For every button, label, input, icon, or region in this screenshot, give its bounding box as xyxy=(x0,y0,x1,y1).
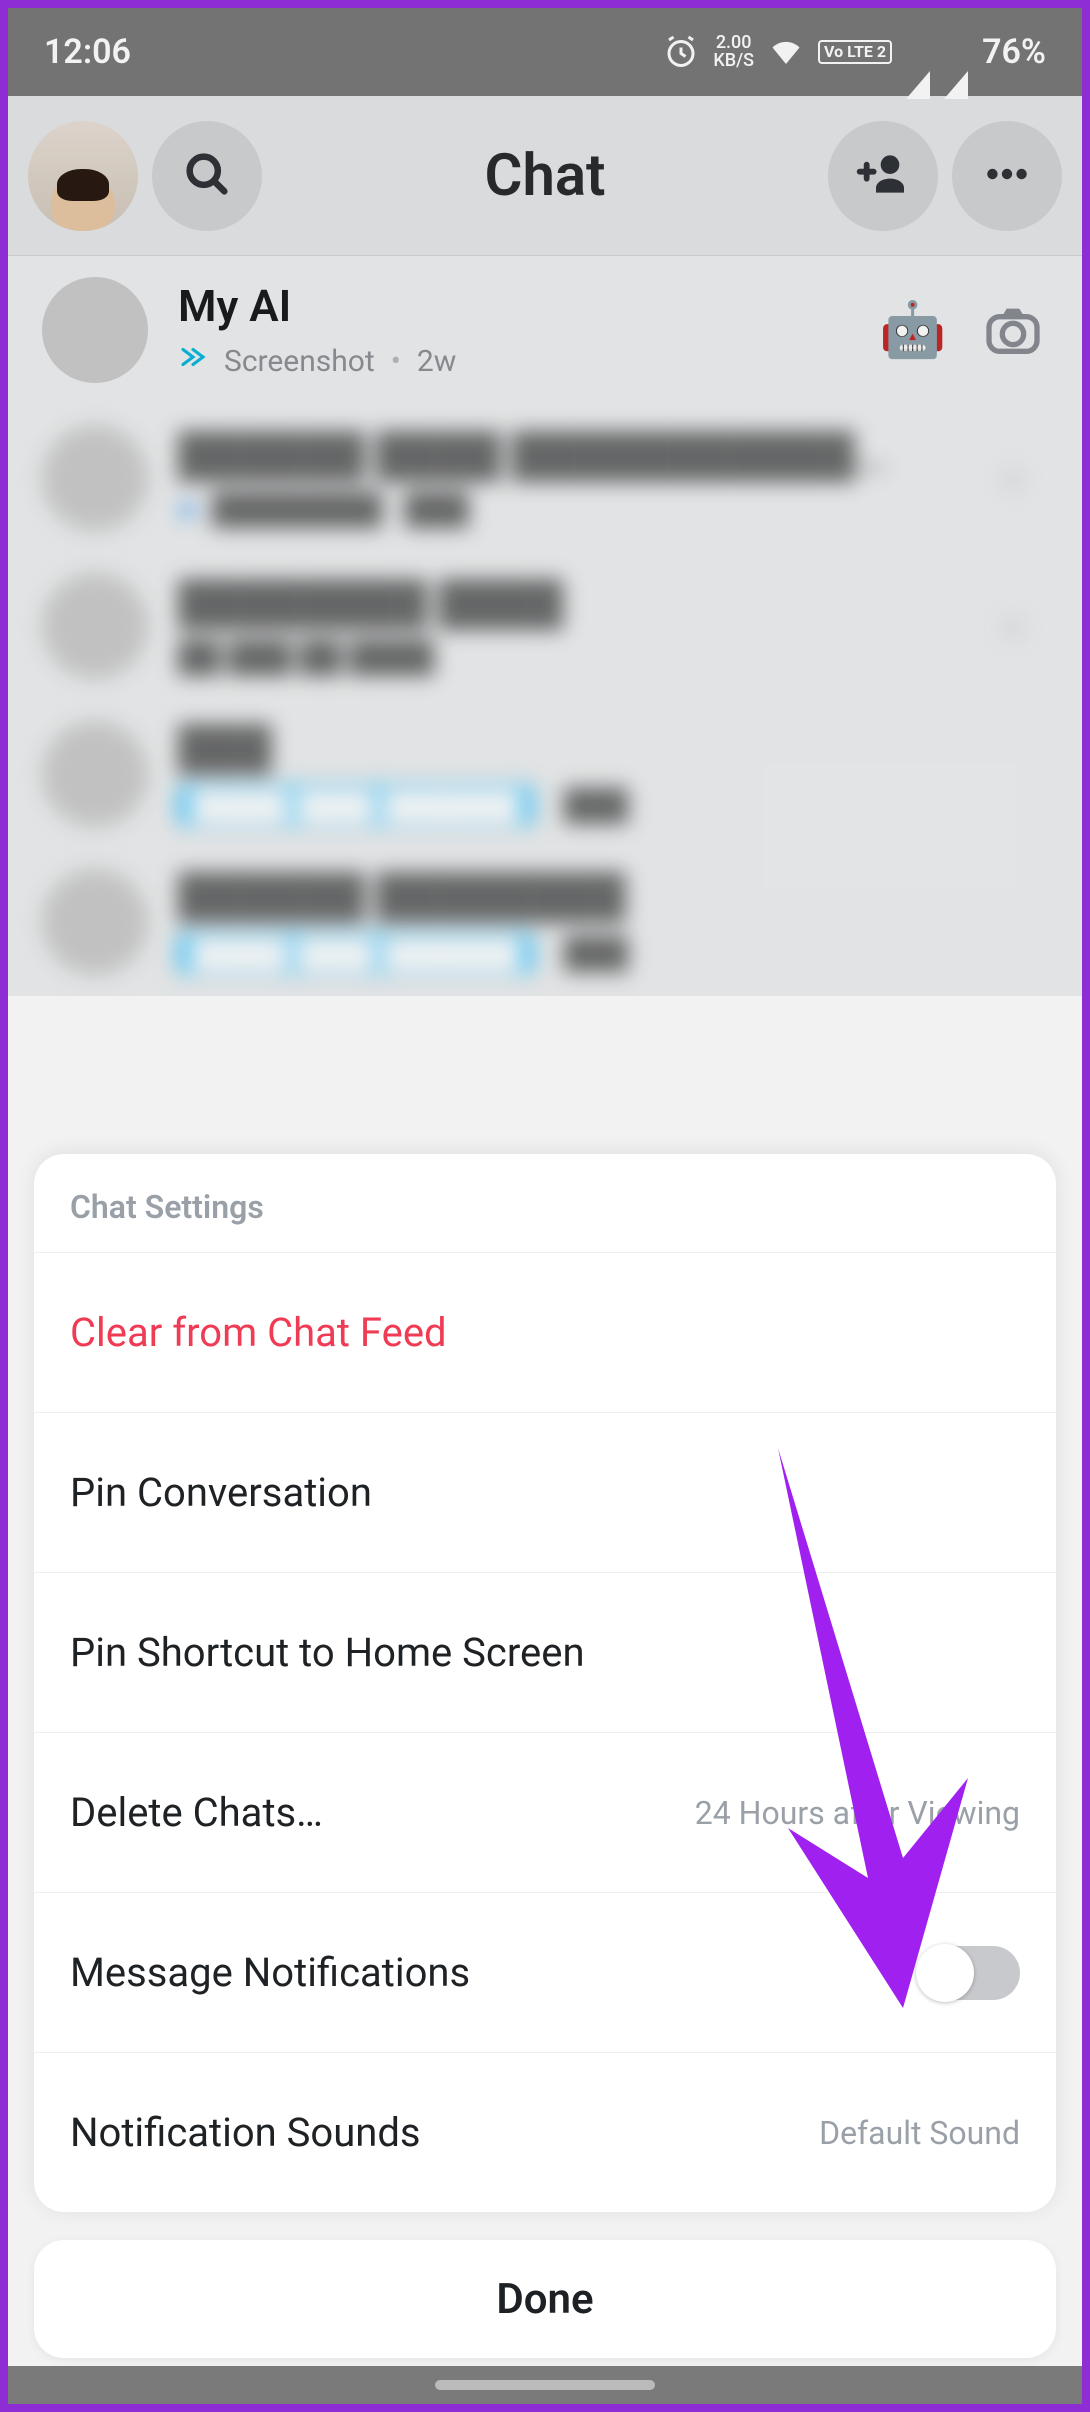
item-label: Clear from Chat Feed xyxy=(70,1309,447,1356)
item-label: Message Notifications xyxy=(70,1949,470,1996)
sheet-title: Chat Settings xyxy=(34,1154,1056,1252)
pin-conversation-item[interactable]: Pin Conversation xyxy=(34,1412,1056,1572)
clear-from-chat-feed-item[interactable]: Clear from Chat Feed xyxy=(34,1252,1056,1412)
message-notifications-item[interactable]: Message Notifications xyxy=(34,1892,1056,2052)
item-label: Pin Shortcut to Home Screen xyxy=(70,1629,585,1676)
pin-shortcut-item[interactable]: Pin Shortcut to Home Screen xyxy=(34,1572,1056,1732)
phone-frame: 12:06 2.00 KB/S Vo LTE 2 76% xyxy=(0,0,1090,2412)
system-nav-bar xyxy=(8,2366,1082,2404)
item-label: Delete Chats… xyxy=(70,1789,323,1836)
done-button[interactable]: Done xyxy=(34,2240,1056,2358)
done-label: Done xyxy=(496,2275,593,2324)
item-value: Default Sound xyxy=(819,2114,1020,2152)
item-value: 24 Hours after Viewing xyxy=(695,1794,1020,1832)
item-label: Notification Sounds xyxy=(70,2109,421,2156)
nav-handle[interactable] xyxy=(435,2380,655,2390)
delete-chats-item[interactable]: Delete Chats… 24 Hours after Viewing xyxy=(34,1732,1056,1892)
message-notifications-toggle[interactable] xyxy=(916,1946,1020,2000)
item-label: Pin Conversation xyxy=(70,1469,372,1516)
notification-sounds-item[interactable]: Notification Sounds Default Sound xyxy=(34,2052,1056,2212)
chat-settings-sheet: Chat Settings Clear from Chat Feed Pin C… xyxy=(34,1154,1056,2212)
